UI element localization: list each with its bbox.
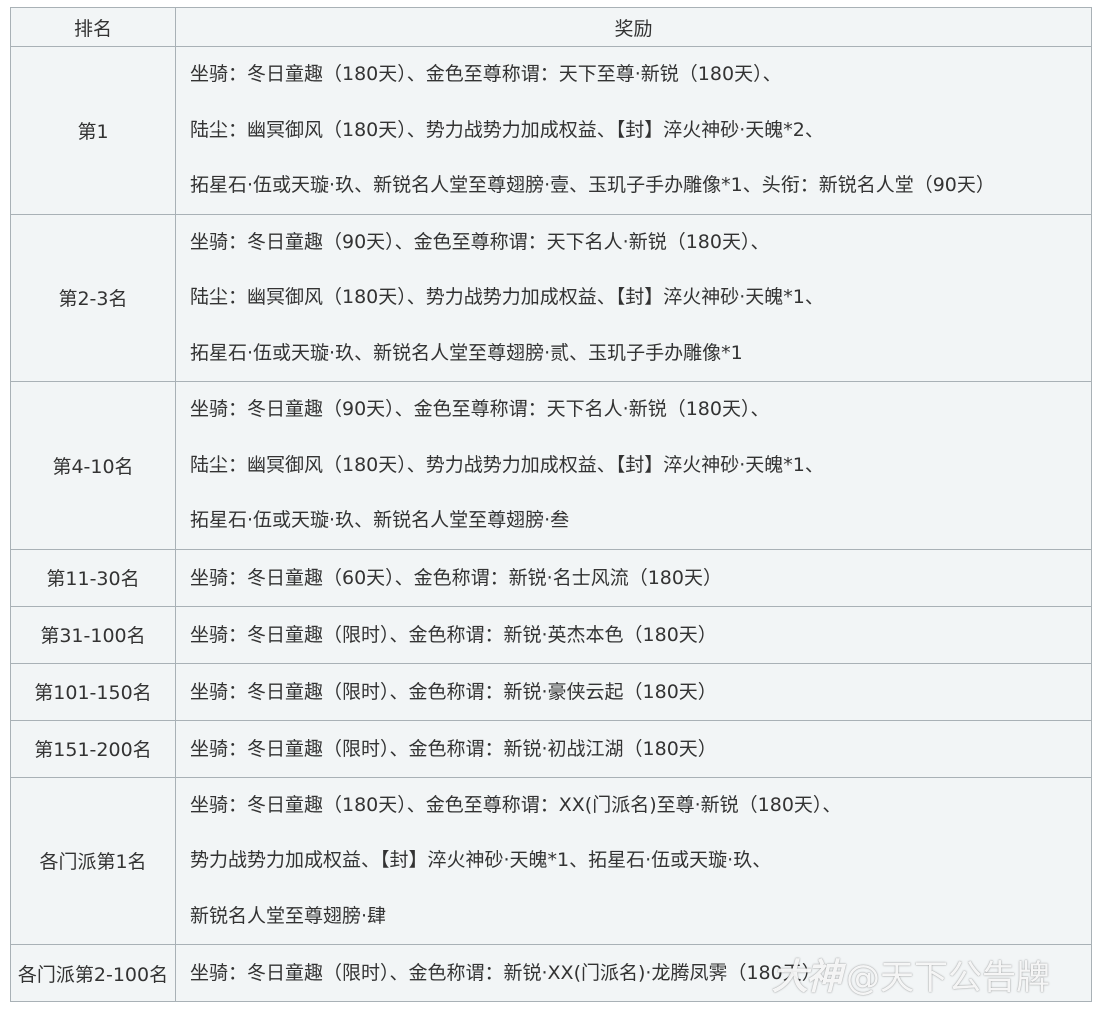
table-row: 各门派第1名 坐骑：冬日童趣（180天）、金色至尊称谓：XX(门派名)至尊·新锐… (10, 776, 1092, 945)
rank-cell: 第4-10名 (10, 381, 176, 550)
reward-line: 坐骑：冬日童趣（60天）、金色称谓：新锐·名士风流（180天） (190, 566, 722, 589)
rank-cell: 各门派第1名 (10, 776, 176, 945)
reward-line: 拓星石·伍或天璇·玖、新锐名人堂至尊翅膀·叁 (190, 509, 570, 531)
reward-line: 陆尘：幽冥御风（180天）、势力战势力加成权益、【封】淬火神砂·天魄*1、 (190, 453, 824, 476)
reward-cell: 坐骑：冬日童趣（180天）、金色至尊称谓：天下至尊·新锐（180天）、 陆尘：幽… (175, 46, 1092, 215)
reward-cell: 坐骑：冬日童趣（限时）、金色称谓：新锐·英杰本色（180天） (175, 605, 1092, 664)
rewards-table: 排名 奖励 第1 坐骑：冬日童趣（180天）、金色至尊称谓：天下至尊·新锐（18… (10, 7, 1092, 1002)
reward-line: 坐骑：冬日童趣（限时）、金色称谓：新锐·豪侠云起（180天） (190, 680, 717, 703)
reward-cell: 坐骑：冬日童趣（限时）、金色称谓：新锐·XX(门派名)·龙腾凤霁（180天） (175, 944, 1092, 1002)
header-row: 排名 奖励 (10, 7, 1092, 47)
reward-cell: 坐骑：冬日童趣（限时）、金色称谓：新锐·豪侠云起（180天） (175, 662, 1092, 721)
reward-line: 坐骑：冬日童趣（限时）、金色称谓：新锐·初战江湖（180天） (190, 737, 717, 760)
reward-line: 陆尘：幽冥御风（180天）、势力战势力加成权益、【封】淬火神砂·天魄*2、 (190, 118, 824, 141)
reward-line: 拓星石·伍或天璇·玖、新锐名人堂至尊翅膀·贰、玉玑子手办雕像*1 (190, 341, 743, 364)
table-row: 第11-30名 坐骑：冬日童趣（60天）、金色称谓：新锐·名士风流（180天） (10, 548, 1092, 607)
header-reward: 奖励 (175, 7, 1092, 47)
table-row: 第1 坐骑：冬日童趣（180天）、金色至尊称谓：天下至尊·新锐（180天）、 陆… (10, 46, 1092, 215)
table-row: 第31-100名 坐骑：冬日童趣（限时）、金色称谓：新锐·英杰本色（180天） (10, 605, 1092, 664)
table-row: 第2-3名 坐骑：冬日童趣（90天）、金色至尊称谓：天下名人·新锐（180天）、… (10, 213, 1092, 382)
rank-cell: 第101-150名 (10, 662, 176, 721)
reward-cell: 坐骑：冬日童趣（限时）、金色称谓：新锐·初战江湖（180天） (175, 719, 1092, 778)
table-row: 第4-10名 坐骑：冬日童趣（90天）、金色至尊称谓：天下名人·新锐（180天）… (10, 381, 1092, 550)
rank-cell: 第2-3名 (10, 213, 176, 382)
table-row: 第101-150名 坐骑：冬日童趣（限时）、金色称谓：新锐·豪侠云起（180天） (10, 662, 1092, 721)
reward-line: 坐骑：冬日童趣（180天）、金色至尊称谓：天下至尊·新锐（180天）、 (190, 63, 782, 85)
reward-cell: 坐骑：冬日童趣（90天）、金色至尊称谓：天下名人·新锐（180天）、 陆尘：幽冥… (175, 213, 1092, 382)
rank-cell: 第151-200名 (10, 719, 176, 778)
reward-cell: 坐骑：冬日童趣（180天）、金色至尊称谓：XX(门派名)至尊·新锐（180天）、… (175, 776, 1092, 945)
reward-line: 坐骑：冬日童趣（180天）、金色至尊称谓：XX(门派名)至尊·新锐（180天）、 (190, 793, 842, 816)
reward-line: 陆尘：幽冥御风（180天）、势力战势力加成权益、【封】淬火神砂·天魄*1、 (190, 286, 824, 308)
reward-line: 坐骑：冬日童趣（限时）、金色称谓：新锐·XX(门派名)·龙腾凤霁（180天） (190, 962, 821, 984)
header-rank: 排名 (10, 7, 176, 47)
reward-line: 坐骑：冬日童趣（限时）、金色称谓：新锐·英杰本色（180天） (190, 623, 717, 646)
rank-cell: 第11-30名 (10, 548, 176, 607)
rank-cell: 各门派第2-100名 (10, 944, 176, 1002)
reward-line: 坐骑：冬日童趣（90天）、金色至尊称谓：天下名人·新锐（180天）、 (190, 230, 770, 253)
reward-cell: 坐骑：冬日童趣（60天）、金色称谓：新锐·名士风流（180天） (175, 548, 1092, 607)
rank-cell: 第1 (10, 46, 176, 215)
reward-cell: 坐骑：冬日童趣（90天）、金色至尊称谓：天下名人·新锐（180天）、 陆尘：幽冥… (175, 381, 1092, 550)
rank-cell: 第31-100名 (10, 605, 176, 664)
table-row: 第151-200名 坐骑：冬日童趣（限时）、金色称谓：新锐·初战江湖（180天） (10, 719, 1092, 778)
reward-line: 新锐名人堂至尊翅膀·肆 (190, 904, 387, 927)
table-row: 各门派第2-100名 坐骑：冬日童趣（限时）、金色称谓：新锐·XX(门派名)·龙… (10, 944, 1092, 1002)
reward-line: 坐骑：冬日童趣（90天）、金色至尊称谓：天下名人·新锐（180天）、 (190, 398, 770, 420)
reward-line: 拓星石·伍或天璇·玖、新锐名人堂至尊翅膀·壹、玉玑子手办雕像*1、头衔：新锐名人… (190, 174, 995, 196)
reward-line: 势力战势力加成权益、【封】淬火神砂·天魄*1、拓星石·伍或天璇·玖、 (190, 849, 772, 871)
